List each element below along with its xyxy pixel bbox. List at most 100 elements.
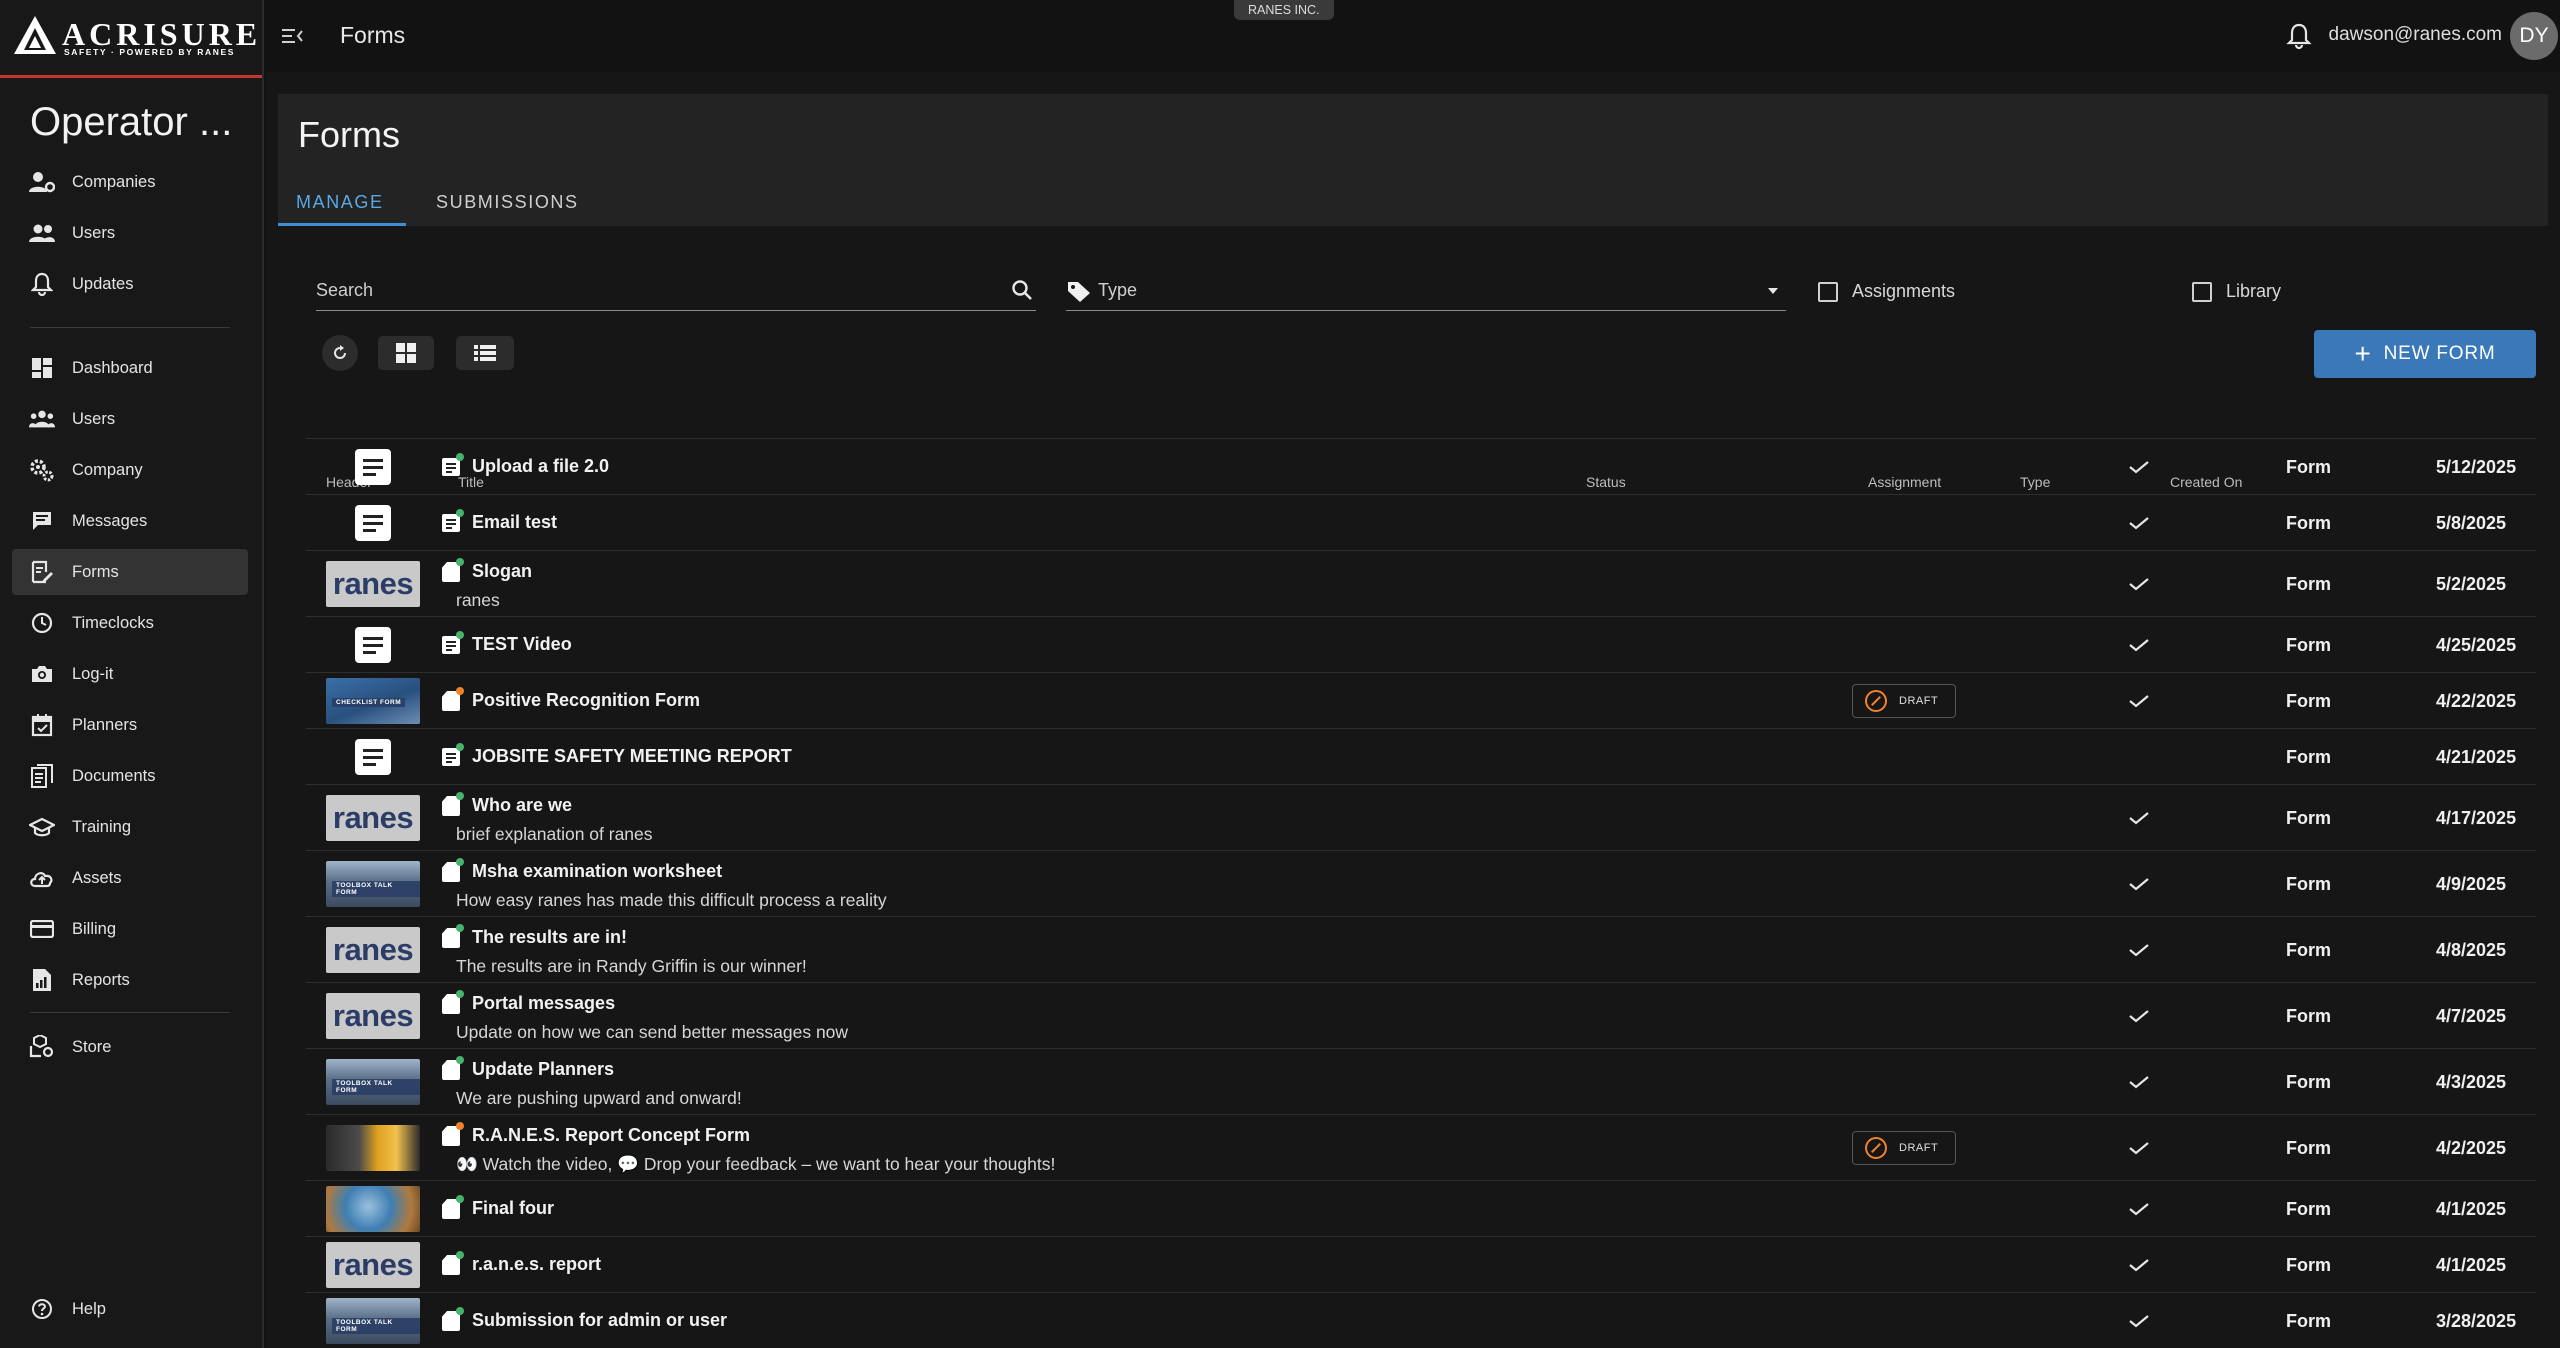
table-row[interactable]: Final four Form 4/1/2025 xyxy=(306,1180,2536,1236)
form-type-icon xyxy=(440,1056,464,1080)
graduation-cap-icon xyxy=(29,814,55,840)
form-title[interactable]: R.A.N.E.S. Report Concept Form xyxy=(472,1125,750,1146)
type-select-label: Type xyxy=(1098,280,1138,300)
form-title[interactable]: Upload a file 2.0 xyxy=(472,456,609,477)
grid-view-icon xyxy=(396,343,416,363)
sidebar-item-company[interactable]: Company xyxy=(12,447,248,493)
tag-icon xyxy=(1068,282,1090,302)
nav-divider xyxy=(30,327,230,328)
form-title[interactable]: Slogan xyxy=(472,561,532,582)
form-title[interactable]: Email test xyxy=(472,512,557,533)
form-type-icon xyxy=(440,1122,464,1146)
documents-icon xyxy=(29,763,55,789)
type-underline xyxy=(1066,310,1786,311)
sidebar-item-billing[interactable]: Billing xyxy=(12,906,248,952)
org-title[interactable]: Operator ... xyxy=(30,100,232,145)
sidebar-item-updates[interactable]: Updates xyxy=(12,261,248,307)
search-underline xyxy=(316,310,1036,311)
brand-tagline: SAFETY · POWERED BY RANES xyxy=(64,47,235,57)
forms-icon xyxy=(29,559,55,585)
table-row[interactable]: ranes The results are in! The results are … xyxy=(306,916,2536,982)
form-title[interactable]: r.a.n.e.s. report xyxy=(472,1254,601,1275)
form-title[interactable]: Positive Recognition Form xyxy=(472,690,700,711)
list-view-button[interactable] xyxy=(456,336,514,370)
form-type-icon xyxy=(440,631,464,655)
sidebar-item-users[interactable]: Users xyxy=(12,396,248,442)
form-type: Form xyxy=(2286,1199,2331,1219)
form-created-date: 4/25/2025 xyxy=(2436,635,2517,655)
new-form-label: NEW FORM xyxy=(2383,343,2496,364)
library-checkbox[interactable] xyxy=(2192,282,2212,302)
table-row[interactable]: R.A.N.E.S. Report Concept Form 👀 Watch th… xyxy=(306,1114,2536,1180)
form-header-thumbnail xyxy=(355,505,391,541)
form-title[interactable]: Submission for admin or user xyxy=(472,1310,727,1331)
form-title[interactable]: Portal messages xyxy=(472,993,615,1014)
sidebar-item-label: Billing xyxy=(72,919,117,938)
assigned-check-icon xyxy=(2129,1142,2149,1155)
table-row[interactable]: JOBSITE SAFETY MEETING REPORT Form 4/21/20… xyxy=(306,728,2536,784)
form-subtitle: The results are in Randy Griffin is our … xyxy=(456,956,807,976)
sidebar-item-store[interactable]: Store xyxy=(12,1024,248,1070)
type-select[interactable]: Type xyxy=(1066,268,1786,312)
table-row[interactable]: ranes Slogan ranes Form 5/2/2025 xyxy=(306,550,2536,616)
search-icon[interactable] xyxy=(1010,278,1034,302)
sidebar-item-reports[interactable]: Reports xyxy=(12,957,248,1003)
avatar[interactable]: DY xyxy=(2510,12,2558,60)
brand-logo[interactable]: ACRISURE SAFETY · POWERED BY RANES xyxy=(0,0,262,78)
tab-submissions[interactable]: SUBMISSIONS xyxy=(436,192,579,213)
sidebar-item-help[interactable]: Help xyxy=(12,1286,248,1332)
table-row[interactable]: TOOLBOX TALK FORM Submission for admin or… xyxy=(306,1292,2536,1348)
search-input[interactable]: Search xyxy=(316,268,1036,312)
sidebar-item-assets[interactable]: Assets xyxy=(12,855,248,901)
assignments-checkbox[interactable] xyxy=(1818,282,1838,302)
sidebar-item-training[interactable]: Training xyxy=(12,804,248,850)
refresh-button[interactable] xyxy=(322,335,358,371)
form-title[interactable]: Who are we xyxy=(472,795,572,816)
form-title[interactable]: Update Planners xyxy=(472,1059,614,1080)
grid-view-button[interactable] xyxy=(378,336,434,370)
sidebar-item-dashboard[interactable]: Dashboard xyxy=(12,345,248,391)
table-row[interactable]: Upload a file 2.0 Form 5/12/2025 xyxy=(306,438,2536,494)
form-header-thumbnail: TOOLBOX TALK FORM xyxy=(326,861,420,907)
sidebar-item-label: Help xyxy=(72,1299,106,1318)
form-type: Form xyxy=(2286,691,2331,711)
sidebar-item-label: Assets xyxy=(72,868,122,887)
sidebar-item-messages[interactable]: Messages xyxy=(12,498,248,544)
table-row[interactable]: ranes r.a.n.e.s. report Form 4/1/2025 xyxy=(306,1236,2536,1292)
form-title[interactable]: Msha examination worksheet xyxy=(472,861,722,882)
sidebar-item-log-it[interactable]: Log-it xyxy=(12,651,248,697)
form-title[interactable]: TEST Video xyxy=(472,634,572,655)
new-form-button[interactable]: + NEW FORM xyxy=(2314,330,2536,378)
table-row[interactable]: CHECKLIST FORM Positive Recognition Form D… xyxy=(306,672,2536,728)
menu-collapse-icon[interactable] xyxy=(280,24,306,48)
sidebar-item-companies[interactable]: Companies xyxy=(12,159,248,205)
table-row[interactable]: TEST Video Form 4/25/2025 xyxy=(306,616,2536,672)
user-email[interactable]: dawson@ranes.com xyxy=(2329,24,2502,46)
notifications-bell-icon[interactable] xyxy=(2286,22,2312,50)
tenant-badge[interactable]: RANES INC. xyxy=(1234,0,1334,20)
store-icon xyxy=(29,1034,55,1060)
table-row[interactable]: ranes Who are we brief explanation of rane… xyxy=(306,784,2536,850)
form-header-thumbnail: TOOLBOX TALK FORM xyxy=(326,1298,420,1344)
tab-manage[interactable]: MANAGE xyxy=(296,192,384,213)
sidebar-item-forms[interactable]: Forms xyxy=(12,549,248,595)
form-type: Form xyxy=(2286,1138,2331,1158)
form-title[interactable]: JOBSITE SAFETY MEETING REPORT xyxy=(472,746,792,767)
table-row[interactable]: Email test Form 5/8/2025 xyxy=(306,494,2536,550)
form-type: Form xyxy=(2286,457,2331,477)
sidebar-item-documents[interactable]: Documents xyxy=(12,753,248,799)
form-type: Form xyxy=(2286,808,2331,828)
table-row[interactable]: ranes Portal messages Update on how we can… xyxy=(306,982,2536,1048)
assigned-check-icon xyxy=(2129,578,2149,591)
form-title[interactable]: Final four xyxy=(472,1198,554,1219)
table-row[interactable]: TOOLBOX TALK FORM Update Planners We are p… xyxy=(306,1048,2536,1114)
sidebar-item-users[interactable]: Users xyxy=(12,210,248,256)
table-row[interactable]: TOOLBOX TALK FORM Msha examination worksh… xyxy=(306,850,2536,916)
form-title[interactable]: The results are in! xyxy=(472,927,627,948)
sidebar-item-planners[interactable]: Planners xyxy=(12,702,248,748)
assigned-check-icon xyxy=(2129,812,2149,825)
sidebar-item-timeclocks[interactable]: Timeclocks xyxy=(12,600,248,646)
form-type-icon xyxy=(440,1195,464,1219)
form-created-date: 4/22/2025 xyxy=(2436,691,2517,711)
form-header-thumbnail xyxy=(326,1125,420,1171)
